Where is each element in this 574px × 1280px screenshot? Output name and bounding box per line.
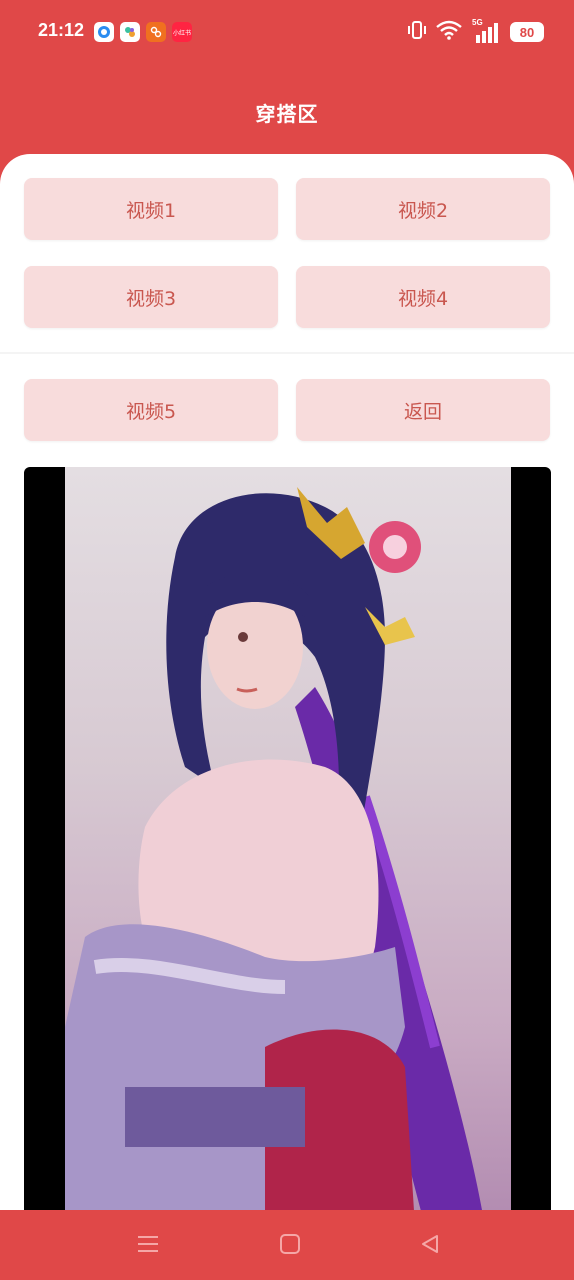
video-frame	[65, 467, 511, 1210]
status-indicators: 5G 80	[408, 18, 544, 46]
video-3-button[interactable]: 视频3	[24, 266, 278, 328]
gallery-app-icon	[120, 22, 140, 42]
divider	[0, 352, 574, 354]
page-title: 穿搭区	[255, 102, 319, 126]
browser-app-icon	[94, 22, 114, 42]
home-icon[interactable]	[270, 1226, 310, 1262]
signal-5g-icon: 5G	[472, 18, 500, 43]
xiaohongshu-app-icon: 小红书	[172, 22, 192, 42]
status-bar: 21:12 小红书 5G 80	[0, 0, 574, 66]
menu-icon[interactable]	[128, 1226, 168, 1262]
battery-indicator: 80	[510, 22, 544, 42]
video-4-button[interactable]: 视频4	[296, 266, 550, 328]
xiaohongshu-label: 小红书	[172, 30, 191, 37]
back-triangle-icon[interactable]	[410, 1226, 450, 1262]
video-player[interactable]	[24, 467, 551, 1210]
content-card: 视频1 视频2 视频3 视频4 视频5 返回	[0, 154, 574, 1210]
wifi-icon	[436, 20, 462, 44]
video-5-button[interactable]: 视频5	[24, 379, 278, 441]
back-button[interactable]: 返回	[296, 379, 550, 441]
video-1-button[interactable]: 视频1	[24, 178, 278, 240]
status-time: 21:12	[38, 20, 85, 40]
shopping-app-icon	[146, 22, 166, 42]
notification-icons: 小红书	[94, 22, 192, 42]
vibrate-icon	[408, 20, 426, 44]
video-2-button[interactable]: 视频2	[296, 178, 550, 240]
cosplay-video-image	[65, 487, 482, 1210]
system-nav-bar	[0, 1210, 574, 1280]
